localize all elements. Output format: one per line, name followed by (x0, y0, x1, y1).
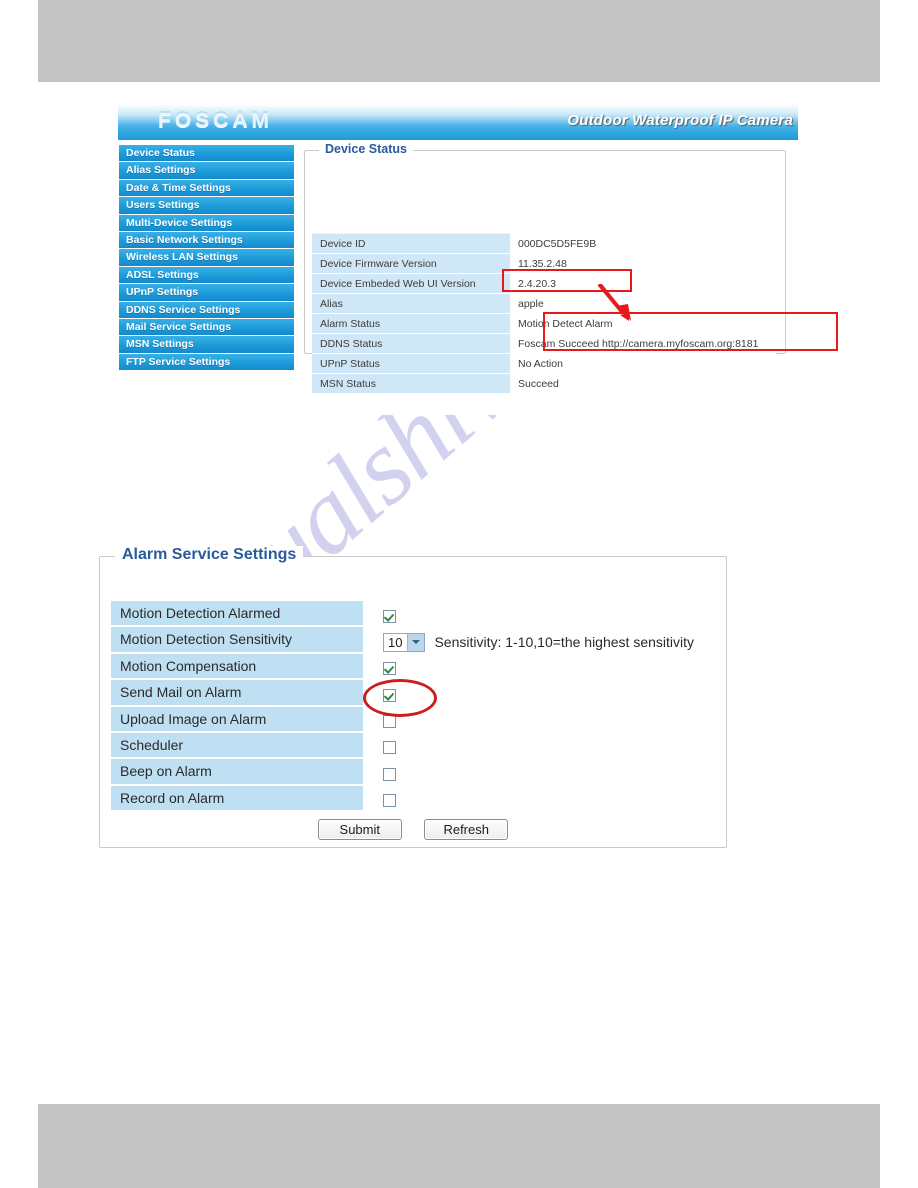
checkbox-send-mail-on-alarm[interactable] (383, 688, 396, 702)
alarm-settings-buttons: Submit Refresh (100, 819, 726, 840)
table-row: Device ID 000DC5D5FE9B (312, 233, 776, 254)
sidebar-nav: Device Status Alias Settings Date & Time… (118, 144, 295, 372)
row-motion-compensation: Motion Compensation (111, 653, 711, 680)
refresh-button[interactable]: Refresh (424, 819, 509, 840)
table-row: Alarm Status Motion Detect Alarm (312, 313, 776, 334)
submit-button[interactable]: Submit (317, 819, 402, 840)
row-motion-detection-alarmed: Motion Detection Alarmed (111, 601, 711, 627)
product-tagline: Outdoor Waterproof IP Camera (567, 112, 793, 129)
row-value: 2.4.20.3 (510, 273, 776, 294)
row-control (383, 711, 396, 733)
sidebar-item-users-settings[interactable]: Users Settings (119, 197, 294, 215)
row-label: Record on Alarm (111, 785, 363, 812)
row-control: 10 Sensitivity: 1-10,10=the highest sens… (383, 631, 694, 653)
row-label: Motion Detection Sensitivity (111, 627, 363, 653)
page-header-band (38, 0, 880, 82)
alarm-settings-rows: Motion Detection Alarmed Motion Detectio… (111, 601, 711, 812)
select-motion-detection-sensitivity[interactable]: 10 (383, 632, 426, 652)
sensitivity-hint: Sensitivity: 1-10,10=the highest sensiti… (434, 634, 694, 651)
row-label: Alias (312, 293, 510, 314)
sidebar-item-mail-service-settings[interactable]: Mail Service Settings (119, 318, 294, 337)
sidebar-item-multi-device-settings[interactable]: Multi-Device Settings (119, 214, 294, 232)
row-control (383, 737, 396, 759)
sidebar-item-wireless-lan-settings[interactable]: Wireless LAN Settings (119, 249, 294, 267)
row-label: MSN Status (312, 373, 510, 394)
row-label: Motion Detection Alarmed (111, 601, 363, 627)
row-label: Upload Image on Alarm (111, 706, 363, 732)
alarm-service-settings-panel: Alarm Service Settings Motion Detection … (99, 546, 727, 848)
alarm-service-settings-title: Alarm Service Settings (115, 546, 304, 564)
row-label: Send Mail on Alarm (111, 680, 363, 706)
sidebar-item-ddns-service-settings[interactable]: DDNS Service Settings (119, 301, 294, 319)
row-send-mail-on-alarm: Send Mail on Alarm (111, 680, 711, 706)
row-label: Device ID (312, 233, 510, 254)
app-body: Device Status Alias Settings Date & Time… (118, 140, 798, 394)
row-label: Device Firmware Version (312, 253, 510, 274)
checkbox-record-on-alarm[interactable] (383, 794, 396, 808)
row-label: Alarm Status (312, 313, 510, 334)
row-label: Beep on Alarm (111, 759, 363, 785)
sidebar-item-adsl-settings[interactable]: ADSL Settings (119, 266, 294, 285)
table-row: MSN Status Succeed (312, 373, 776, 394)
row-value: 11.35.2.48 (510, 253, 776, 274)
row-motion-detection-sensitivity: Motion Detection Sensitivity 10 Sensitiv… (111, 627, 711, 653)
row-control (383, 684, 396, 706)
row-label: Scheduler (111, 732, 363, 759)
camera-web-ui-device-status: FOSCAM Outdoor Waterproof IP Camera Devi… (118, 104, 798, 394)
row-value-alarm-status: Motion Detect Alarm (510, 313, 776, 334)
row-value: Foscam Succeed http://camera.myfoscam.or… (510, 333, 776, 354)
device-status-table: Device ID 000DC5D5FE9B Device Firmware V… (312, 233, 776, 394)
sidebar-item-upnp-settings[interactable]: UPnP Settings (119, 284, 294, 302)
row-value: No Action (510, 353, 776, 374)
sidebar-item-date-time-settings[interactable]: Date & Time Settings (119, 179, 294, 198)
device-status-title: Device Status (319, 142, 413, 156)
sidebar-item-device-status[interactable]: Device Status (119, 145, 294, 163)
row-label: DDNS Status (312, 333, 510, 354)
chevron-down-icon (407, 633, 425, 651)
row-control (383, 605, 396, 627)
row-value: Succeed (510, 373, 776, 394)
checkbox-motion-compensation[interactable] (383, 662, 396, 676)
row-scheduler: Scheduler (111, 732, 711, 759)
row-control (383, 763, 396, 785)
table-row: UPnP Status No Action (312, 353, 776, 374)
device-status-panel: Device Status Device ID 000DC5D5FE9B Dev… (304, 142, 786, 394)
row-label: Motion Compensation (111, 653, 363, 680)
row-value: 000DC5D5FE9B (510, 233, 776, 254)
row-label: UPnP Status (312, 353, 510, 374)
sidebar-item-ftp-service-settings[interactable]: FTP Service Settings (119, 353, 294, 371)
row-value: apple (510, 293, 776, 314)
row-record-on-alarm: Record on Alarm (111, 785, 711, 812)
checkbox-beep-on-alarm[interactable] (383, 767, 396, 781)
table-row: Alias apple (312, 293, 776, 314)
table-row: DDNS Status Foscam Succeed http://camera… (312, 333, 776, 354)
checkbox-upload-image-on-alarm[interactable] (383, 715, 396, 729)
sidebar-item-basic-network-settings[interactable]: Basic Network Settings (119, 231, 294, 250)
row-label: Device Embeded Web UI Version (312, 273, 510, 294)
sidebar-item-msn-settings[interactable]: MSN Settings (119, 336, 294, 354)
sidebar-item-alias-settings[interactable]: Alias Settings (119, 162, 294, 180)
checkbox-scheduler[interactable] (383, 741, 396, 755)
app-banner: FOSCAM Outdoor Waterproof IP Camera (118, 104, 798, 140)
row-upload-image-on-alarm: Upload Image on Alarm (111, 706, 711, 733)
foscam-logo: FOSCAM (158, 109, 273, 132)
select-value: 10 (388, 634, 403, 650)
row-control (383, 790, 396, 812)
table-row: Device Firmware Version 11.35.2.48 (312, 253, 776, 274)
checkbox-motion-detection-alarmed[interactable] (383, 609, 396, 623)
table-row: Device Embeded Web UI Version 2.4.20.3 (312, 273, 776, 294)
row-beep-on-alarm: Beep on Alarm (111, 759, 711, 785)
page-footer-band (38, 1104, 880, 1188)
row-control (383, 658, 396, 680)
